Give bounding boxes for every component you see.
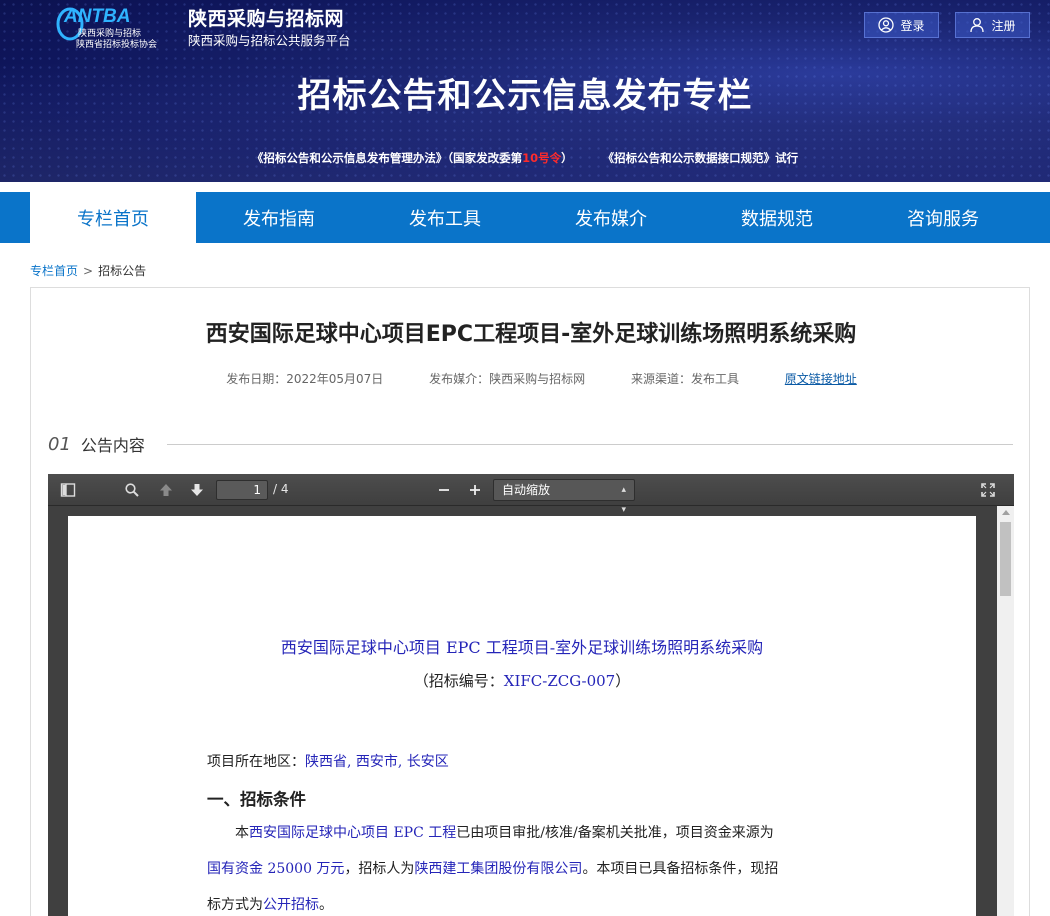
login-button[interactable]: 登录 bbox=[864, 12, 939, 38]
document-paragraph-line: 本西安国际足球中心项目 EPC 工程已由项目审批/核准/备案机关批准，项目资金来… bbox=[235, 825, 774, 841]
page-total: / 4 bbox=[273, 482, 289, 496]
nav-guide[interactable]: 发布指南 bbox=[196, 192, 362, 243]
project-location: 项目所在地区：陕西省, 西安市, 长安区 bbox=[207, 754, 449, 770]
section-label: 公告内容 bbox=[80, 436, 145, 455]
pdf-page: 西安国际足球中心项目 EPC 工程项目-室外足球训练场照明系统采购 （招标编号：… bbox=[68, 516, 976, 916]
zoom-out-icon[interactable] bbox=[434, 480, 454, 500]
svg-text:陕西采购与招标: 陕西采购与招标 bbox=[78, 27, 141, 38]
document-code: （招标编号：XIFC-ZCG-007） bbox=[413, 672, 631, 690]
nav-data-spec[interactable]: 数据规范 bbox=[694, 192, 860, 243]
sidebar-toggle-icon[interactable] bbox=[58, 480, 78, 500]
previous-page-icon[interactable] bbox=[156, 480, 176, 500]
nav-media[interactable]: 发布媒介 bbox=[528, 192, 694, 243]
breadcrumb-separator: > bbox=[83, 264, 94, 278]
register-label: 注册 bbox=[991, 18, 1016, 33]
fullscreen-icon[interactable] bbox=[978, 480, 998, 500]
article-container: 西安国际足球中心项目EPC工程项目-室外足球训练场照明系统采购 发布日期：202… bbox=[30, 287, 1030, 916]
document-heading: 一、招标条件 bbox=[207, 790, 306, 809]
search-icon[interactable] bbox=[122, 480, 142, 500]
pdf-toolbar: 1 / 4 自动缩放 ▴ ▾ bbox=[48, 474, 1014, 515]
source-channel: 来源渠道：发布工具 bbox=[630, 372, 739, 386]
nav-home[interactable]: 专栏首页 bbox=[30, 192, 196, 243]
banner-links: 《招标公告和公示信息发布管理办法》（国家发改委第10号令） 《招标公告和公示数据… bbox=[0, 150, 1050, 166]
site-subtitle: 陕西采购与招标公共服务平台 bbox=[188, 33, 351, 48]
select-arrows-icon: ▴ ▾ bbox=[621, 485, 626, 515]
section-divider bbox=[166, 443, 1013, 445]
publish-date: 发布日期：2022年05月07日 bbox=[226, 372, 384, 386]
breadcrumb-home[interactable]: 专栏首页 bbox=[30, 264, 78, 278]
breadcrumb: 专栏首页 > 招标公告 bbox=[30, 262, 146, 279]
user-icon bbox=[970, 18, 985, 33]
article-title: 西安国际足球中心项目EPC工程项目-室外足球训练场照明系统采购 bbox=[205, 322, 857, 347]
pdf-scrollbar[interactable] bbox=[997, 506, 1014, 916]
scroll-up-icon[interactable] bbox=[1002, 510, 1010, 515]
main-nav: 专栏首页 发布指南 发布工具 发布媒介 数据规范 咨询服务 bbox=[0, 192, 1050, 243]
banner-title: 招标公告和公示信息发布专栏 bbox=[297, 76, 753, 116]
svg-text:陕西省招标投标协会: 陕西省招标投标协会 bbox=[76, 38, 157, 49]
publish-media: 发布媒介：陕西采购与招标网 bbox=[429, 372, 586, 386]
site-name: 陕西采购与招标网 bbox=[188, 8, 345, 30]
scrollbar-thumb[interactable] bbox=[1000, 522, 1011, 596]
regulation-link[interactable]: 《招标公告和公示信息发布管理办法》（国家发改委第10号令） bbox=[252, 151, 573, 165]
site-header: ANTBA 陕西采购与招标 陕西省招标投标协会 陕西采购与招标网 陕西采购与招标… bbox=[0, 0, 1050, 182]
site-logo[interactable]: ANTBA 陕西采购与招标 陕西省招标投标协会 bbox=[52, 2, 182, 50]
breadcrumb-current: 招标公告 bbox=[98, 264, 147, 278]
user-circle-icon bbox=[878, 17, 895, 33]
zoom-select[interactable]: 自动缩放 ▴ ▾ bbox=[493, 479, 635, 515]
next-page-icon[interactable] bbox=[187, 480, 207, 500]
source-link[interactable]: 原文链接地址 bbox=[785, 372, 857, 386]
zoom-value: 自动缩放 bbox=[502, 483, 551, 497]
document-paragraph-line: 标方式为公开招标。 bbox=[207, 897, 333, 913]
register-button[interactable]: 注册 bbox=[955, 12, 1030, 38]
nav-tools[interactable]: 发布工具 bbox=[362, 192, 528, 243]
pdf-viewer: 1 / 4 自动缩放 ▴ ▾ 西安国际足球中心项目 EPC 工程项目-室外足球训练… bbox=[48, 474, 1014, 916]
section-header: 01 公告内容 bbox=[48, 432, 1013, 456]
page-number-input[interactable]: 1 bbox=[216, 480, 268, 500]
data-spec-link[interactable]: 《招标公告和公示数据接口规范》试行 bbox=[603, 151, 799, 165]
section-number: 01 bbox=[48, 433, 71, 455]
document-paragraph-line: 国有资金 25000 万元，招标人为陕西建工集团股份有限公司。本项目已具备招标条… bbox=[207, 861, 779, 877]
login-label: 登录 bbox=[900, 18, 925, 33]
zoom-in-icon[interactable] bbox=[465, 480, 485, 500]
article-meta: 发布日期：2022年05月07日 发布媒介：陕西采购与招标网 来源渠道：发布工具… bbox=[31, 370, 1031, 387]
svg-text:ANTBA: ANTBA bbox=[63, 6, 131, 27]
nav-consult[interactable]: 咨询服务 bbox=[860, 192, 1026, 243]
document-title: 西安国际足球中心项目 EPC 工程项目-室外足球训练场照明系统采购 bbox=[280, 638, 764, 657]
